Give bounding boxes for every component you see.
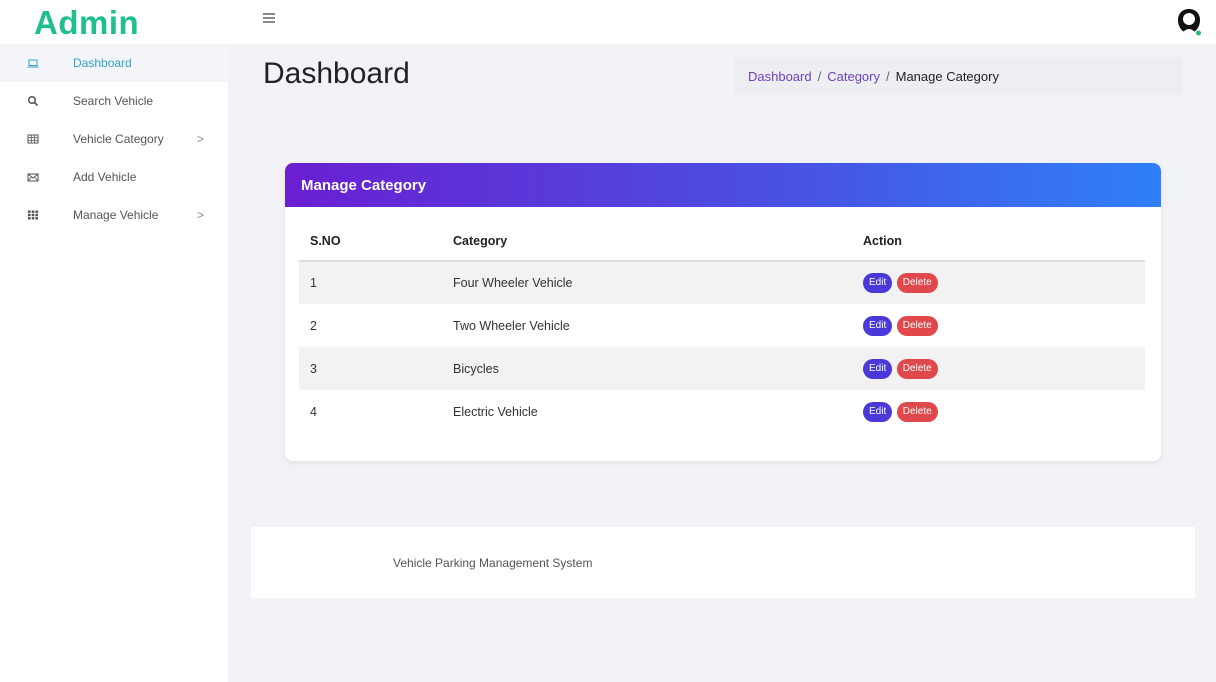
- sidebar-item-label: Vehicle Category: [73, 132, 164, 146]
- cell-sno: 4: [310, 404, 317, 419]
- table-row: 4 Electric Vehicle Edit Delete: [299, 390, 1145, 433]
- table-header-row: S.NO Category Action: [299, 222, 1145, 262]
- footer-text: Vehicle Parking Management System: [393, 556, 593, 570]
- breadcrumb: Dashboard / Category / Manage Category: [735, 57, 1183, 95]
- page-title: Dashboard: [263, 57, 410, 90]
- cell-sno: 2: [310, 318, 317, 333]
- sidebar-item-label: Search Vehicle: [73, 94, 154, 108]
- breadcrumb-link-category[interactable]: Category: [827, 69, 880, 84]
- category-table: S.NO Category Action 1 Four Wheeler Vehi…: [299, 222, 1145, 433]
- manage-category-card: Manage Category S.NO Category Action 1 F…: [285, 163, 1161, 461]
- table-icon: [27, 133, 39, 145]
- delete-button[interactable]: Delete: [896, 273, 938, 293]
- sidebar-item-label: Add Vehicle: [73, 170, 137, 184]
- chevron-right-icon: >: [197, 208, 205, 222]
- sidebar-item-vehicle-category[interactable]: Vehicle Category >: [0, 120, 228, 158]
- sidebar-item-label: Manage Vehicle: [73, 208, 159, 222]
- hamburger-icon[interactable]: [263, 13, 275, 23]
- brand-logo[interactable]: Admin: [34, 4, 139, 42]
- chevron-right-icon: >: [197, 132, 205, 146]
- cell-sno: 3: [299, 347, 453, 390]
- edit-button[interactable]: Edit: [863, 315, 893, 336]
- breadcrumb-current: Manage Category: [895, 68, 999, 84]
- sidebar-nav: Dashboard Search Vehicle Vehicle Categor…: [0, 44, 228, 234]
- sidebar-item-add-vehicle[interactable]: Add Vehicle: [0, 158, 228, 196]
- edit-button[interactable]: Edit: [863, 273, 893, 293]
- table-row: 2 Two Wheeler Vehicle Edit Delete: [299, 304, 1145, 347]
- delete-button[interactable]: Delete: [896, 315, 938, 336]
- cell-category: Electric Vehicle: [453, 404, 538, 419]
- cell-action: Edit Delete: [863, 261, 1145, 304]
- edit-button[interactable]: Edit: [863, 358, 893, 379]
- cell-category: Bicycles: [453, 347, 863, 390]
- envelope-icon: [27, 171, 39, 183]
- cell-category: Two Wheeler Vehicle: [453, 318, 570, 333]
- cell-action: Edit Delete: [863, 390, 1145, 433]
- sidebar-item-label: Dashboard: [73, 56, 132, 70]
- sidebar-item-search-vehicle[interactable]: Search Vehicle: [0, 82, 228, 120]
- cell-category: Four Wheeler Vehicle: [453, 261, 863, 304]
- delete-button[interactable]: Delete: [896, 401, 938, 422]
- laptop-icon: [27, 57, 39, 69]
- table-row: 3 Bicycles Edit Delete: [299, 347, 1145, 390]
- breadcrumb-separator: /: [817, 68, 822, 84]
- column-header-category: Category: [453, 222, 863, 262]
- column-header-sno: S.NO: [299, 222, 453, 262]
- edit-button[interactable]: Edit: [863, 401, 893, 422]
- cell-action: Edit Delete: [863, 347, 1145, 390]
- sidebar: Admin Dashboard Search Vehicle Vehicle C…: [0, 0, 228, 682]
- table-row: 1 Four Wheeler Vehicle Edit Delete: [299, 261, 1145, 304]
- delete-button[interactable]: Delete: [896, 358, 938, 379]
- sidebar-item-dashboard[interactable]: Dashboard: [0, 44, 228, 82]
- cell-sno: 1: [299, 261, 453, 304]
- sidebar-item-manage-vehicle[interactable]: Manage Vehicle >: [0, 196, 228, 234]
- column-header-action: Action: [863, 222, 1145, 262]
- user-avatar-icon[interactable]: [1174, 6, 1204, 38]
- cell-action: Edit Delete: [863, 304, 1145, 347]
- footer: Vehicle Parking Management System: [251, 527, 1195, 598]
- search-icon: [27, 95, 39, 107]
- card-title: Manage Category: [285, 163, 1161, 207]
- breadcrumb-link-dashboard[interactable]: Dashboard: [748, 69, 812, 84]
- grid-icon: [27, 209, 39, 221]
- topbar: [228, 0, 1216, 44]
- breadcrumb-separator: /: [885, 68, 890, 84]
